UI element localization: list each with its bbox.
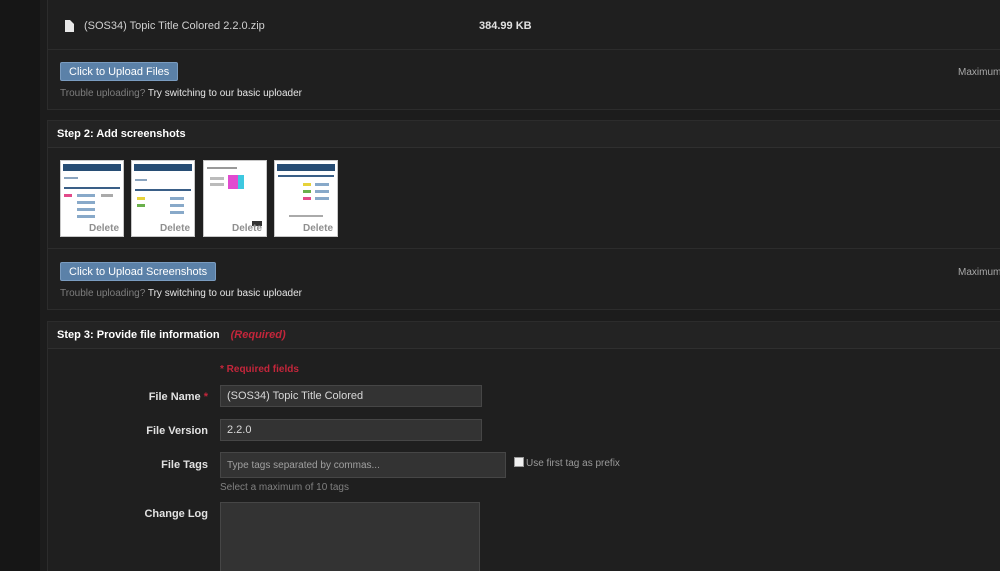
thumb-block (77, 201, 95, 204)
thumb-block (77, 215, 95, 218)
thumb-block (137, 204, 145, 207)
thumb-block (303, 197, 311, 200)
step3-panel: Step 3: Provide file information (Requir… (47, 321, 1000, 571)
uploaded-file-name: (SOS34) Topic Title Colored 2.2.0.zip (84, 20, 265, 32)
delete-screenshot-button[interactable]: Delete (160, 223, 190, 234)
step3-header: Step 3: Provide file information (Requir… (48, 322, 1000, 349)
file-name-label: File Name * (48, 391, 208, 403)
left-rail (0, 0, 40, 571)
file-name-label-text: File Name (148, 391, 201, 403)
change-log-textarea[interactable] (220, 502, 480, 571)
file-icon (65, 20, 74, 32)
step1-panel: (SOS34) Topic Title Colored 2.2.0.zip 38… (47, 0, 1000, 110)
required-star: * (203, 391, 208, 403)
trouble-prefix: Trouble uploading? (60, 288, 146, 299)
thumb-block (210, 177, 224, 180)
divider (48, 49, 1000, 50)
thumb-block (289, 215, 323, 217)
thumb-block (170, 197, 184, 200)
step2-header: Step 2: Add screenshots (48, 121, 1000, 148)
file-version-label: File Version (146, 425, 208, 437)
delete-screenshot-button[interactable]: Delete (89, 223, 119, 234)
step3-title: Step 3: Provide file information (57, 329, 220, 341)
change-log-label: Change Log (144, 508, 208, 520)
thumb-line (278, 175, 334, 177)
upload-files-button[interactable]: Click to Upload Files (60, 62, 179, 81)
file-tags-input[interactable] (220, 452, 506, 478)
thumb-block (315, 197, 329, 200)
step2-title: Step 2: Add screenshots (57, 128, 186, 140)
upload-screenshots-button[interactable]: Click to Upload Screenshots (60, 262, 217, 281)
screenshot-thumbnail[interactable]: Delete (203, 160, 267, 237)
thumb-header (63, 164, 121, 171)
trouble-prefix: Trouble uploading? (60, 88, 146, 99)
thumb-block (170, 204, 184, 207)
required-tag: (Required) (230, 329, 286, 341)
thumb-block (101, 194, 113, 197)
thumb-line (135, 179, 147, 181)
thumb-block (315, 183, 329, 186)
file-version-input[interactable] (220, 419, 482, 441)
thumb-line (135, 189, 191, 191)
thumb-block (238, 175, 244, 189)
thumb-block (77, 194, 95, 197)
basic-uploader-link[interactable]: Try switching to our basic uploader (148, 288, 302, 299)
screenshot-thumbnail[interactable]: Delete (60, 160, 124, 237)
thumb-block (210, 183, 224, 186)
maximum-filesize-note: Maximum f (958, 267, 1000, 278)
basic-uploader-link[interactable]: Try switching to our basic uploader (148, 88, 302, 99)
use-first-tag-checkbox[interactable] (514, 457, 524, 467)
screenshot-thumbnail[interactable]: Delete (274, 160, 338, 237)
use-first-tag-label: Use first tag as prefix (526, 458, 620, 469)
thumb-header (277, 164, 335, 171)
trouble-uploading-text: Trouble uploading? Try switching to our … (60, 88, 302, 99)
uploaded-file-size: 384.99 KB (479, 20, 532, 32)
uploaded-file-row: (SOS34) Topic Title Colored 2.2.0.zip 38… (48, 7, 1000, 47)
thumb-header (134, 164, 192, 171)
thumb-block (228, 175, 238, 189)
tags-hint: Select a maximum of 10 tags (220, 482, 349, 493)
thumb-block (303, 183, 311, 186)
thumb-block (137, 197, 145, 200)
file-name-input[interactable] (220, 385, 482, 407)
thumb-line (207, 167, 237, 169)
thumb-line (64, 177, 78, 179)
thumb-line (64, 187, 120, 189)
screenshot-thumbnail[interactable]: Delete (131, 160, 195, 237)
thumb-block (77, 208, 95, 211)
delete-screenshot-button[interactable]: Delete (232, 223, 262, 234)
maximum-filesize-note: Maximum f (958, 67, 1000, 78)
step2-panel: Step 2: Add screenshots Delete Delete De… (47, 120, 1000, 310)
file-tags-label: File Tags (161, 459, 208, 471)
main-content: (SOS34) Topic Title Colored 2.2.0.zip 38… (40, 0, 1000, 571)
required-fields-note: * Required fields (220, 364, 299, 375)
delete-screenshot-button[interactable]: Delete (303, 223, 333, 234)
thumb-block (170, 211, 184, 214)
thumb-block (64, 194, 72, 197)
trouble-uploading-text: Trouble uploading? Try switching to our … (60, 288, 302, 299)
divider (48, 248, 1000, 249)
thumb-block (315, 190, 329, 193)
thumb-block (303, 190, 311, 193)
